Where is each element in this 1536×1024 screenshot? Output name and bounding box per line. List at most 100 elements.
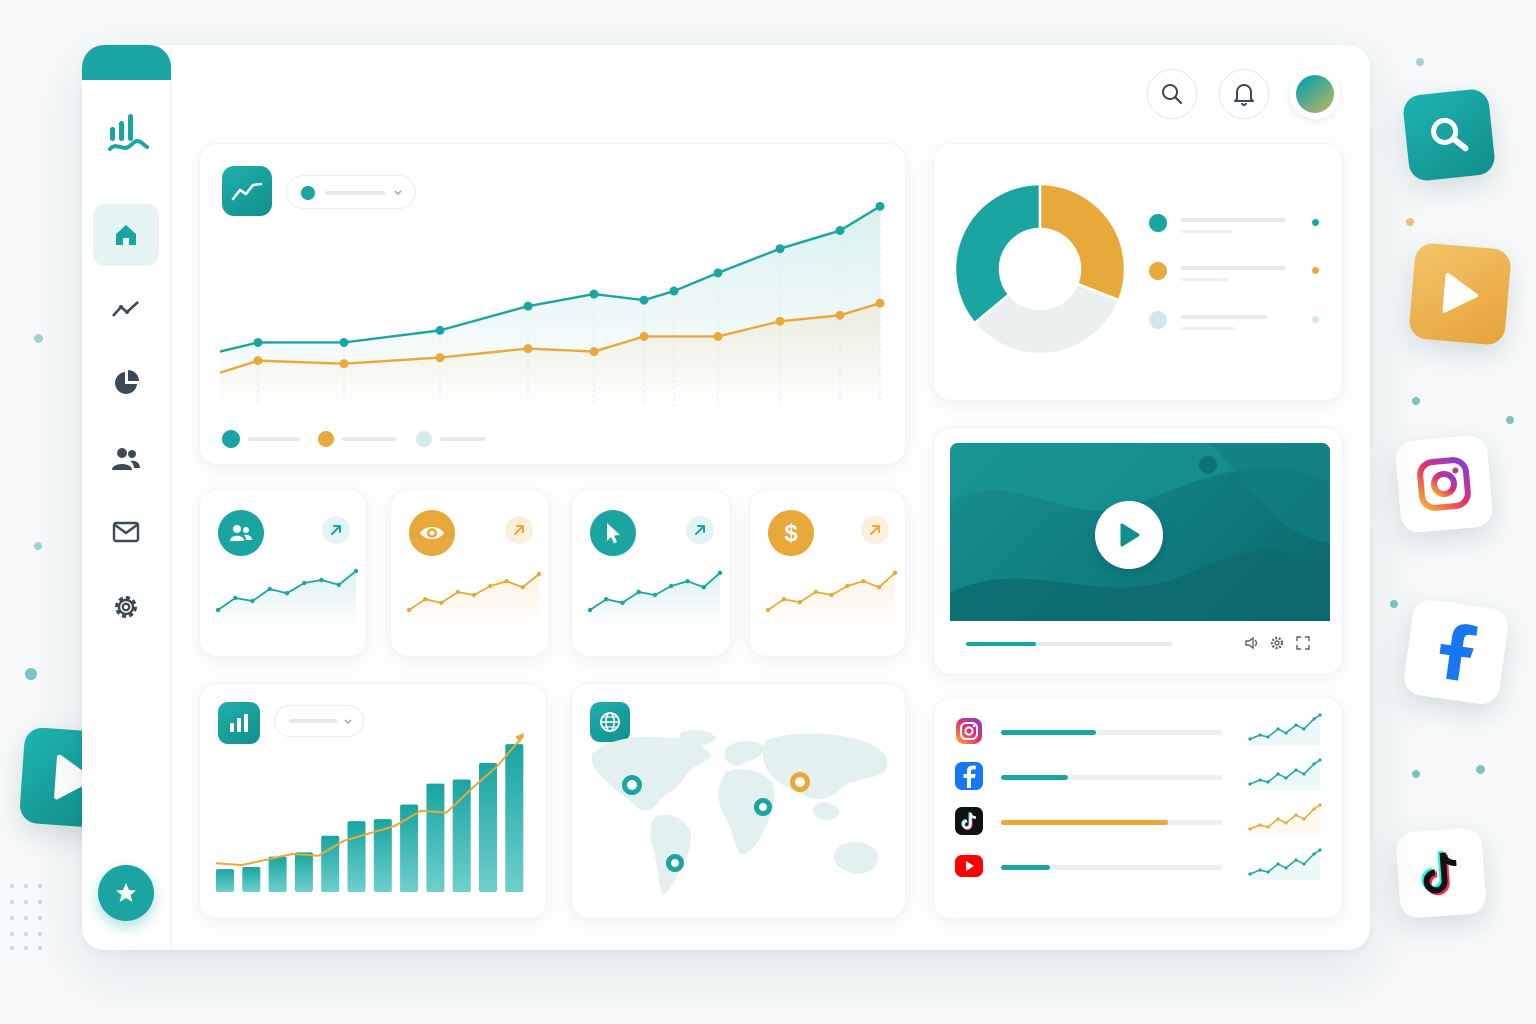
- sparkline-point-2: [1266, 780, 1270, 784]
- data-point-s1-11[interactable]: [875, 201, 885, 211]
- data-point-s1-7[interactable]: [669, 286, 679, 296]
- social-row-instagram[interactable]: [954, 713, 1326, 749]
- sparkline-point-4: [1284, 731, 1288, 735]
- floating-tiktok-icon: [1395, 827, 1487, 919]
- bar-11[interactable]: [479, 762, 497, 892]
- social-row-facebook[interactable]: [954, 758, 1326, 794]
- bar-chart: [215, 732, 525, 893]
- sparkline-point-3: [455, 589, 460, 595]
- data-point-s2-6[interactable]: [639, 331, 649, 341]
- sparkline-point-4: [1284, 776, 1288, 780]
- social-row-youtube[interactable]: [954, 848, 1326, 884]
- video-progress-track[interactable]: [966, 642, 1172, 646]
- sidebar-item-reports[interactable]: [93, 352, 159, 414]
- progress-track: [1001, 865, 1223, 870]
- legend-dot-1: [222, 430, 240, 448]
- sparkline-point-8: [717, 570, 723, 575]
- play-button[interactable]: [1095, 501, 1163, 569]
- data-point-s1-1[interactable]: [253, 337, 263, 347]
- kpi-card-3[interactable]: [571, 489, 731, 657]
- donut-slice-2[interactable]: [1038, 182, 1126, 302]
- bar-1[interactable]: [216, 869, 234, 892]
- sparkline-point-4: [1284, 821, 1288, 825]
- map-marker-north-america[interactable]: [622, 775, 642, 795]
- bar-6[interactable]: [347, 821, 366, 892]
- sparkline-point-8: [1318, 713, 1322, 717]
- donut-slice-1[interactable]: [954, 182, 1042, 325]
- progress-track: [1001, 730, 1223, 735]
- social-row-tiktok[interactable]: [954, 803, 1326, 839]
- sidebar-item-messages[interactable]: [93, 501, 159, 563]
- sidebar-item-home[interactable]: [93, 204, 159, 266]
- legend-dot-grey: [1149, 311, 1167, 329]
- data-point-s2-9[interactable]: [835, 310, 845, 320]
- notifications-button[interactable]: [1219, 69, 1269, 119]
- legend-value-dot-teal: [1312, 219, 1319, 226]
- data-point-s2-4[interactable]: [523, 344, 533, 354]
- video-thumbnail[interactable]: [950, 443, 1330, 621]
- sidebar-item-analytics[interactable]: [93, 278, 159, 340]
- bar-4[interactable]: [294, 852, 313, 892]
- sparkline-point-7: [1312, 717, 1316, 721]
- social-sparkline: [1248, 848, 1322, 880]
- settings-icon[interactable]: [1270, 636, 1284, 650]
- data-point-s2-10[interactable]: [875, 298, 885, 308]
- map-marker-south-america[interactable]: [666, 854, 684, 872]
- legend-label-grey: [1181, 315, 1267, 319]
- data-point-s1-3[interactable]: [435, 325, 445, 335]
- sparkline-point-2: [439, 600, 444, 605]
- volume-icon[interactable]: [1244, 636, 1260, 650]
- bar-3[interactable]: [268, 856, 287, 892]
- legend-sub-gold: [1181, 278, 1229, 281]
- data-point-s1-10[interactable]: [835, 226, 845, 236]
- kpi-sparkline-3: [587, 570, 723, 628]
- sparkline-point-7: [1312, 807, 1316, 811]
- sparkline-point-3: [813, 589, 818, 595]
- data-point-s1-6[interactable]: [639, 295, 649, 305]
- sparkline-point-5: [1294, 768, 1298, 772]
- kpi-card-2[interactable]: [390, 489, 550, 657]
- sparkline-point-3: [636, 589, 641, 595]
- sparkline-point-6: [685, 579, 690, 584]
- data-point-s2-8[interactable]: [775, 316, 785, 326]
- data-point-s1-5[interactable]: [589, 289, 599, 299]
- data-point-s1-2[interactable]: [339, 337, 349, 347]
- sparkline-point-5: [845, 583, 850, 589]
- sparkline-point-0: [406, 607, 412, 613]
- bar-chart-logo-icon[interactable]: [107, 111, 149, 155]
- fullscreen-icon[interactable]: [1296, 636, 1310, 650]
- sidebar-item-settings[interactable]: [93, 576, 159, 638]
- sparkline-point-0: [765, 607, 771, 613]
- bar-2[interactable]: [242, 867, 261, 892]
- data-point-s2-2[interactable]: [339, 359, 349, 369]
- map-marker-africa[interactable]: [754, 798, 772, 816]
- sparkline-point-2: [250, 598, 255, 604]
- bar-10[interactable]: [452, 779, 471, 893]
- data-point-s1-8[interactable]: [713, 268, 723, 278]
- donut-chart: [954, 182, 1126, 356]
- sparkline-point-8: [1318, 758, 1322, 762]
- data-point-s2-7[interactable]: [713, 331, 723, 341]
- bar-9[interactable]: [426, 783, 445, 892]
- search-button[interactable]: [1147, 69, 1197, 119]
- arrow-up-right-icon: [322, 516, 350, 544]
- map-marker-asia[interactable]: [790, 772, 810, 792]
- decor-dot: [1406, 218, 1414, 226]
- data-point-s1-9[interactable]: [775, 244, 785, 254]
- kpi-card-4[interactable]: $: [749, 489, 906, 657]
- sparkline-point-2: [620, 600, 625, 605]
- data-point-s1-4[interactable]: [523, 301, 533, 311]
- kpi-card-1[interactable]: [199, 489, 367, 657]
- sidebar-item-audience[interactable]: [93, 428, 159, 490]
- data-point-s2-3[interactable]: [435, 353, 445, 363]
- sparkline-point-2: [1266, 735, 1270, 739]
- favorites-button[interactable]: [98, 865, 154, 921]
- world-map: [591, 730, 888, 895]
- kpi-sparkline-2: [406, 571, 542, 628]
- data-point-s2-5[interactable]: [589, 347, 599, 357]
- avatar[interactable]: [1290, 69, 1340, 119]
- sparkline-point-7: [1312, 762, 1316, 766]
- data-point-s2-1[interactable]: [253, 356, 263, 366]
- sparkline-point-2: [797, 600, 802, 605]
- bar-12[interactable]: [505, 744, 524, 892]
